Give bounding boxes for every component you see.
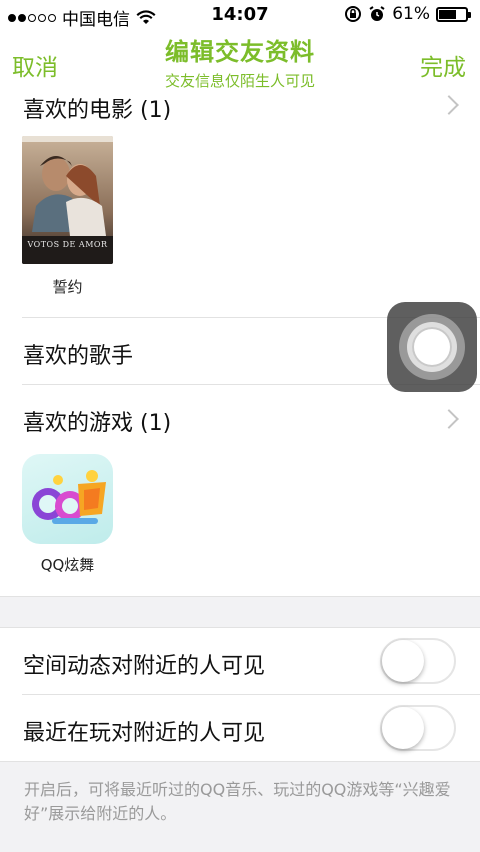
movies-row[interactable]: 喜欢的电影 (1)	[0, 84, 480, 124]
movie-poster[interactable]: VOTOS DE AMOR	[22, 136, 113, 264]
alarm-icon	[369, 6, 385, 21]
space-visibility-label: 空间动态对附近的人可见	[23, 654, 266, 679]
games-row[interactable]: 喜欢的游戏 (1)	[0, 385, 480, 451]
assistive-center	[412, 327, 452, 367]
movies-header: 喜欢的电影 (1)	[23, 98, 172, 123]
assistive-touch-button[interactable]	[387, 302, 477, 392]
toggle-knob	[382, 707, 424, 749]
playing-visibility-row: 最近在玩对附近的人可见	[0, 695, 480, 761]
privacy-footnote: 开启后，可将最近听过的QQ音乐、玩过的QQ游戏等“兴趣爱好”展示给附近的人。	[24, 780, 451, 823]
status-right: 61%	[344, 4, 471, 24]
rotation-lock-icon	[345, 6, 362, 22]
toggle-knob	[382, 640, 424, 682]
playing-visibility-toggle[interactable]	[380, 705, 456, 751]
singers-header: 喜欢的歌手	[23, 344, 134, 369]
game-logo-image	[32, 470, 106, 524]
chevron-right-icon	[439, 95, 459, 115]
battery-icon	[436, 6, 471, 22]
games-header: 喜欢的游戏 (1)	[23, 411, 172, 436]
movie-title: 誓约	[52, 278, 83, 296]
poster-title-text: VOTOS DE AMOR	[27, 240, 108, 249]
space-visibility-toggle[interactable]	[380, 638, 456, 684]
battery-percent: 61%	[392, 4, 430, 24]
section-spacer	[0, 597, 480, 627]
space-visibility-row: 空间动态对附近的人可见	[0, 628, 480, 694]
playing-visibility-label: 最近在玩对附近的人可见	[23, 721, 266, 746]
page-title: 编辑交友资料	[165, 38, 315, 66]
chevron-right-icon	[439, 409, 459, 429]
qq-dance-game-icon[interactable]	[22, 454, 113, 544]
game-title: QQ炫舞	[40, 556, 95, 574]
status-bar: 中国电信 14:07 61%	[0, 0, 480, 30]
done-button[interactable]: 完成	[420, 48, 466, 82]
